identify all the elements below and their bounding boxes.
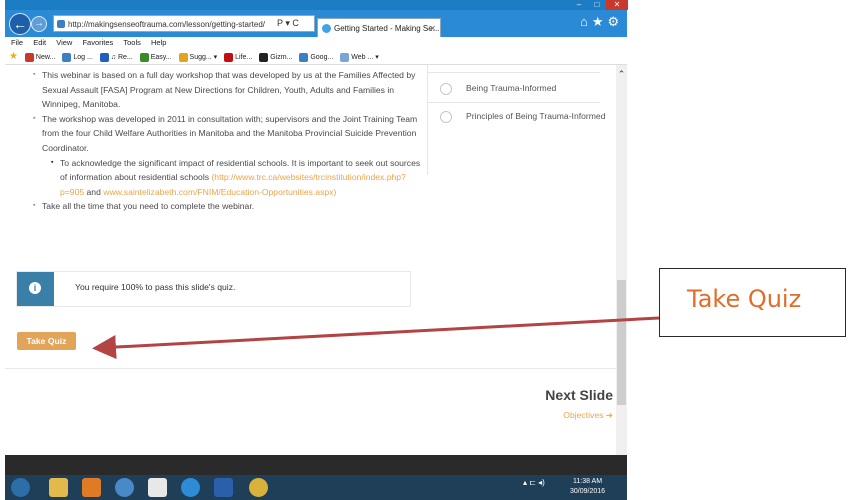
arrow-line bbox=[92, 316, 660, 360]
take-quiz-callout: Take Quiz bbox=[659, 268, 846, 337]
callout-text: Take Quiz bbox=[687, 285, 802, 313]
callout-arrow bbox=[92, 316, 660, 360]
